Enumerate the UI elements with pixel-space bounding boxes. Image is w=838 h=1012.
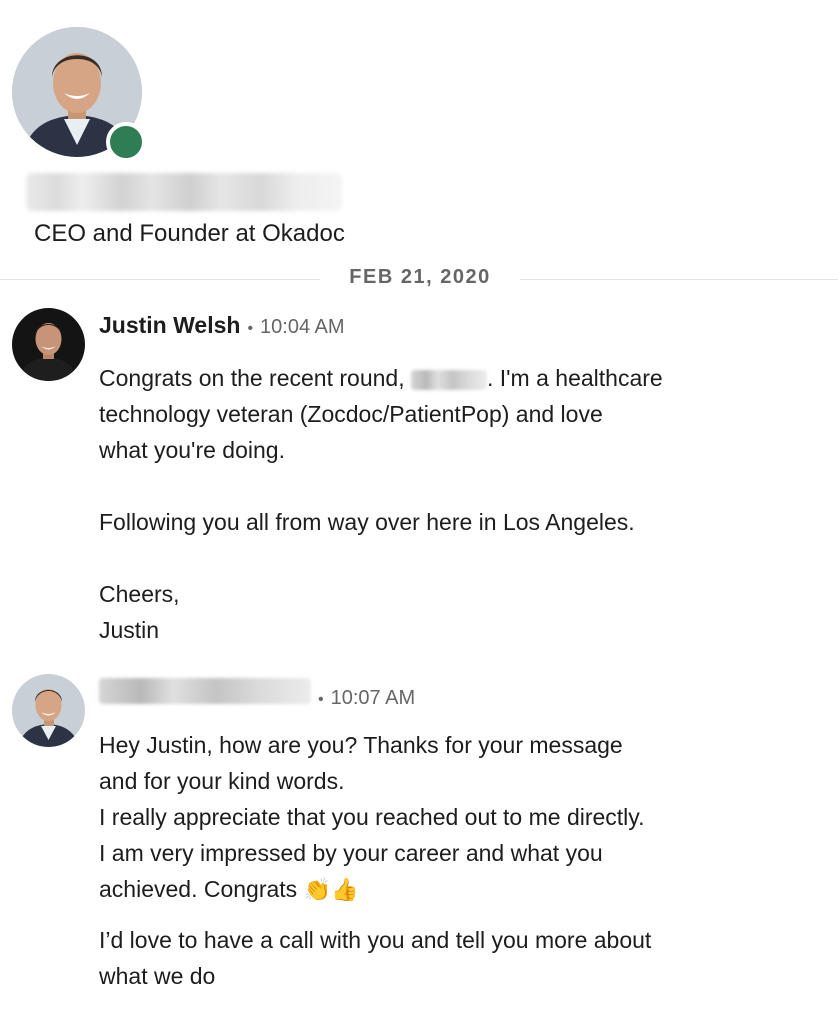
person-avatar-icon xyxy=(12,674,85,747)
profile-headline: CEO and Founder at Okadoc xyxy=(34,220,345,247)
sender-avatar[interactable] xyxy=(12,308,85,381)
message-line: what you're doing. xyxy=(99,437,285,463)
message-text: . I'm a healthcare xyxy=(486,365,663,391)
message-body: Congrats on the recent round, . I'm a he… xyxy=(99,360,819,648)
clapping-hands-icon: 👏 xyxy=(303,877,331,902)
separator-dot: • xyxy=(318,691,324,708)
profile-header: CEO and Founder at Okadoc xyxy=(0,0,838,260)
date-label: FEB 21, 2020 xyxy=(349,266,491,288)
message-line: Congrats on the recent round, . I'm a he… xyxy=(99,360,819,396)
message-line: technology veteran (Zocdoc/PatientPop) a… xyxy=(99,401,603,427)
message-item: Justin Welsh • 10:04 AM Congrats on the … xyxy=(0,300,838,650)
message-line: Hey Justin, how are you? Thanks for your… xyxy=(99,732,623,758)
person-avatar-icon xyxy=(12,308,85,381)
divider-line xyxy=(520,279,838,280)
message-line: Cheers, xyxy=(99,581,180,607)
message-line: I really appreciate that you reached out… xyxy=(99,804,645,830)
thumbs-up-icon: 👍 xyxy=(330,877,359,902)
redacted-name xyxy=(410,369,487,390)
message-time: 10:07 AM xyxy=(330,687,416,709)
message-header: Justin Welsh • 10:04 AM xyxy=(99,312,345,342)
message-line: achieved. Congrats 👏👍 xyxy=(99,871,819,908)
sender-name[interactable]: Justin Welsh xyxy=(99,312,240,339)
message-text: Congrats on the recent round, xyxy=(99,365,411,391)
message-body: Hey Justin, how are you? Thanks for your… xyxy=(99,727,819,994)
message-line: I’d love to have a call with you and tel… xyxy=(99,927,652,953)
separator-dot: • xyxy=(247,320,254,337)
divider-line xyxy=(0,279,320,280)
message-line: and for your kind words. xyxy=(99,768,345,794)
message-line: what we do xyxy=(99,963,216,989)
online-status-indicator xyxy=(106,122,146,162)
message-text: achieved. Congrats xyxy=(99,876,304,902)
message-line: Justin xyxy=(99,617,160,643)
message-header: • 10:07 AM xyxy=(99,678,416,709)
message-line: Following you all from way over here in … xyxy=(99,509,635,535)
message-item: • 10:07 AM Hey Justin, how are you? Than… xyxy=(0,668,838,998)
redacted-profile-name xyxy=(26,173,342,211)
sender-avatar[interactable] xyxy=(12,674,85,747)
date-divider: FEB 21, 2020 xyxy=(0,262,838,296)
message-line: I am very impressed by your career and w… xyxy=(99,840,603,866)
message-time: 10:04 AM xyxy=(260,316,345,338)
redacted-sender-name[interactable] xyxy=(99,678,311,704)
